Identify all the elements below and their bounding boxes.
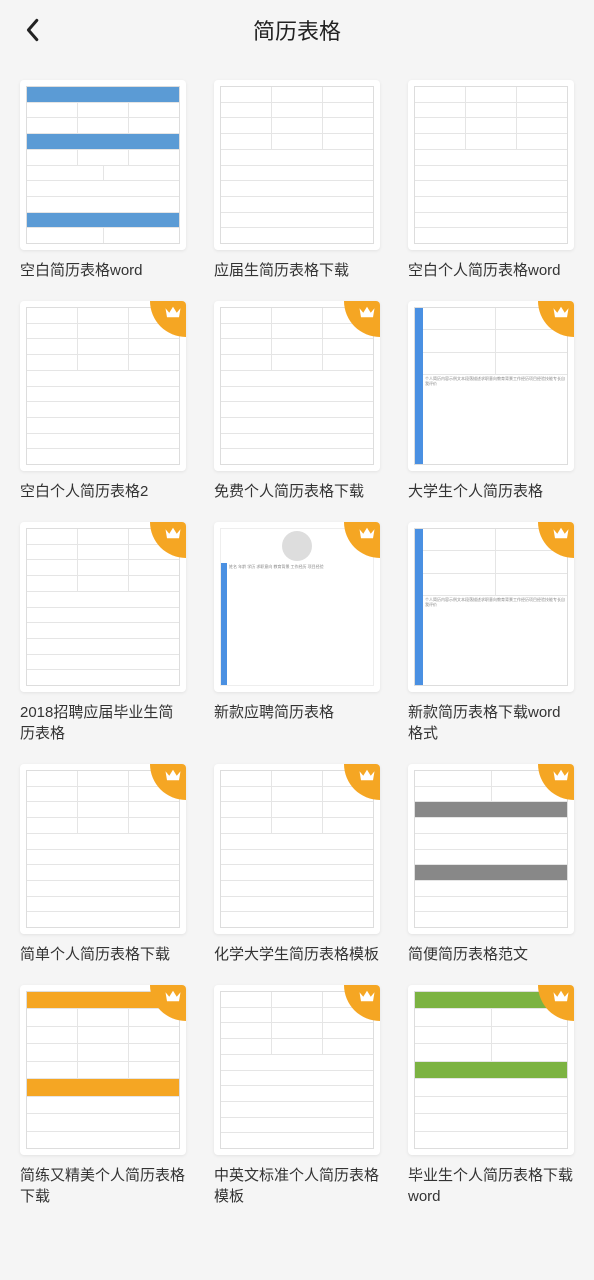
template-thumbnail[interactable]: 姓名 年龄 学历 求职意向 教育背景 工作经历 项目经验 <box>214 522 380 692</box>
template-thumbnail[interactable] <box>408 80 574 250</box>
template-title: 大学生个人简历表格 <box>408 481 574 502</box>
template-title: 空白个人简历表格2 <box>20 481 186 502</box>
template-thumbnail[interactable] <box>408 985 574 1155</box>
template-card[interactable]: 毕业生个人简历表格下载word <box>408 985 574 1207</box>
template-title: 简练又精美个人简历表格下载 <box>20 1165 186 1207</box>
page-title: 简历表格 <box>0 14 594 46</box>
template-card[interactable]: 免费个人简历表格下载 <box>214 301 380 502</box>
template-thumbnail[interactable] <box>214 301 380 471</box>
template-thumbnail[interactable] <box>20 301 186 471</box>
template-card[interactable]: 个人简历内容示例文本段落描述求职意向教育背景工作经历项目经验技能专长自我评价大学… <box>408 301 574 502</box>
template-card[interactable]: 空白简历表格word <box>20 80 186 281</box>
template-title: 应届生简历表格下载 <box>214 260 380 281</box>
template-title: 免费个人简历表格下载 <box>214 481 380 502</box>
template-card[interactable]: 化学大学生简历表格模板 <box>214 764 380 965</box>
header: 简历表格 <box>0 0 594 60</box>
template-thumbnail[interactable]: 个人简历内容示例文本段落描述求职意向教育背景工作经历项目经验技能专长自我评价 <box>408 301 574 471</box>
template-card[interactable]: 2018招聘应届毕业生简历表格 <box>20 522 186 744</box>
template-title: 简单个人简历表格下载 <box>20 944 186 965</box>
template-title: 毕业生个人简历表格下载word <box>408 1165 574 1207</box>
template-title: 空白个人简历表格word <box>408 260 574 281</box>
template-card[interactable]: 空白个人简历表格2 <box>20 301 186 502</box>
template-thumbnail[interactable] <box>214 764 380 934</box>
template-card[interactable]: 应届生简历表格下载 <box>214 80 380 281</box>
template-thumbnail[interactable] <box>20 985 186 1155</box>
template-title: 空白简历表格word <box>20 260 186 281</box>
template-thumbnail[interactable] <box>408 764 574 934</box>
template-title: 新款简历表格下载word格式 <box>408 702 574 744</box>
template-title: 新款应聘简历表格 <box>214 702 380 723</box>
template-thumbnail[interactable] <box>214 80 380 250</box>
template-card[interactable]: 简练又精美个人简历表格下载 <box>20 985 186 1207</box>
template-card[interactable]: 中英文标准个人简历表格模板 <box>214 985 380 1207</box>
template-grid: 空白简历表格word 应届生简历表格下载 空白个人简历表格word 空白个人简历表格2… <box>0 60 594 1207</box>
template-card[interactable]: 简单个人简历表格下载 <box>20 764 186 965</box>
template-thumbnail[interactable] <box>20 522 186 692</box>
back-icon[interactable] <box>20 18 44 42</box>
template-thumbnail[interactable] <box>20 80 186 250</box>
template-card[interactable]: 简便简历表格范文 <box>408 764 574 965</box>
template-card[interactable]: 个人简历内容示例文本段落描述求职意向教育背景工作经历项目经验技能专长自我评价新款… <box>408 522 574 744</box>
template-title: 中英文标准个人简历表格模板 <box>214 1165 380 1207</box>
template-thumbnail[interactable]: 个人简历内容示例文本段落描述求职意向教育背景工作经历项目经验技能专长自我评价 <box>408 522 574 692</box>
template-title: 简便简历表格范文 <box>408 944 574 965</box>
template-thumbnail[interactable] <box>20 764 186 934</box>
template-card[interactable]: 空白个人简历表格word <box>408 80 574 281</box>
template-title: 化学大学生简历表格模板 <box>214 944 380 965</box>
template-card[interactable]: 姓名 年龄 学历 求职意向 教育背景 工作经历 项目经验新款应聘简历表格 <box>214 522 380 744</box>
template-title: 2018招聘应届毕业生简历表格 <box>20 702 186 744</box>
template-thumbnail[interactable] <box>214 985 380 1155</box>
